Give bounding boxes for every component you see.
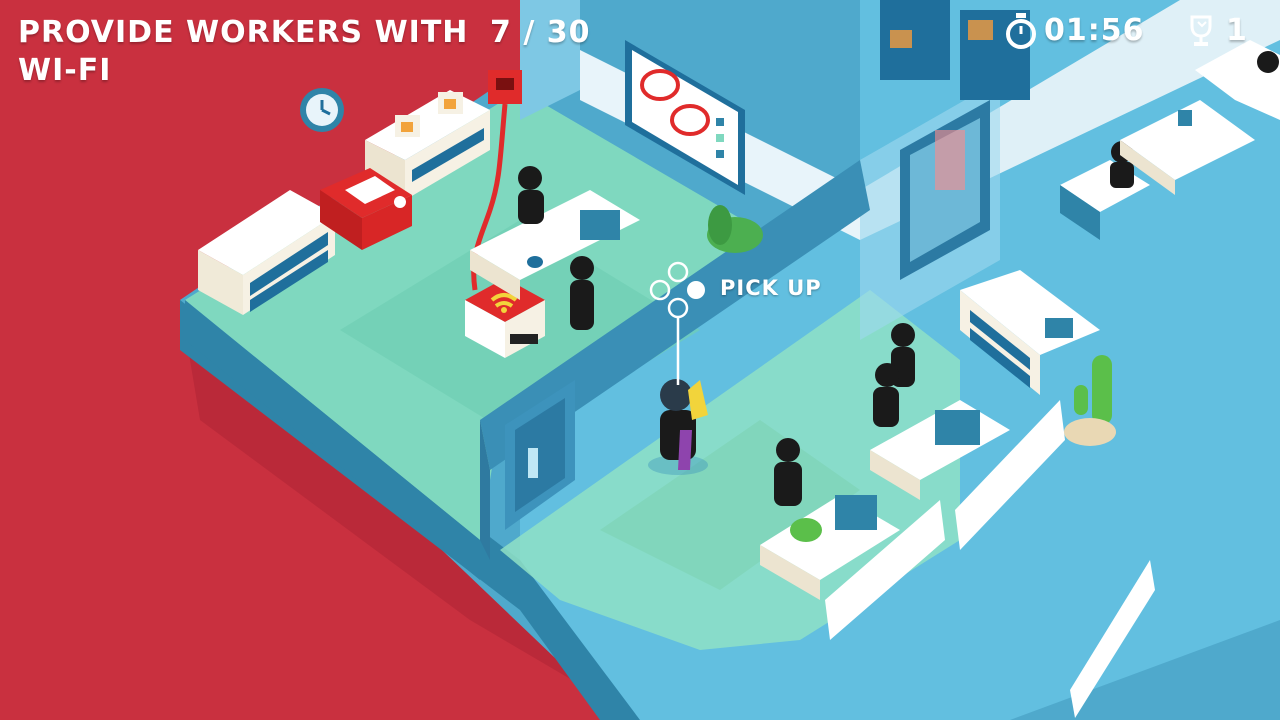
worker[interactable] xyxy=(774,438,802,506)
game-scene xyxy=(0,0,1280,720)
trophy-count: 1 xyxy=(1226,13,1248,48)
trophy-counter: 1 xyxy=(1186,12,1248,50)
wall-clock xyxy=(300,88,344,132)
timer-value: 01:56 xyxy=(1044,13,1145,48)
trophy-icon xyxy=(1190,15,1212,46)
stopwatch-icon xyxy=(1006,13,1036,49)
worker[interactable] xyxy=(570,256,594,330)
objective-progress: 7 / 30 xyxy=(490,15,591,50)
timer: 01:56 xyxy=(1004,12,1145,50)
worker[interactable] xyxy=(873,363,899,427)
worker[interactable] xyxy=(518,166,544,224)
pick-up-prompt: PICK UP xyxy=(720,276,822,300)
objective-text: PROVIDE WORKERS WITH WI-FI xyxy=(18,15,469,88)
